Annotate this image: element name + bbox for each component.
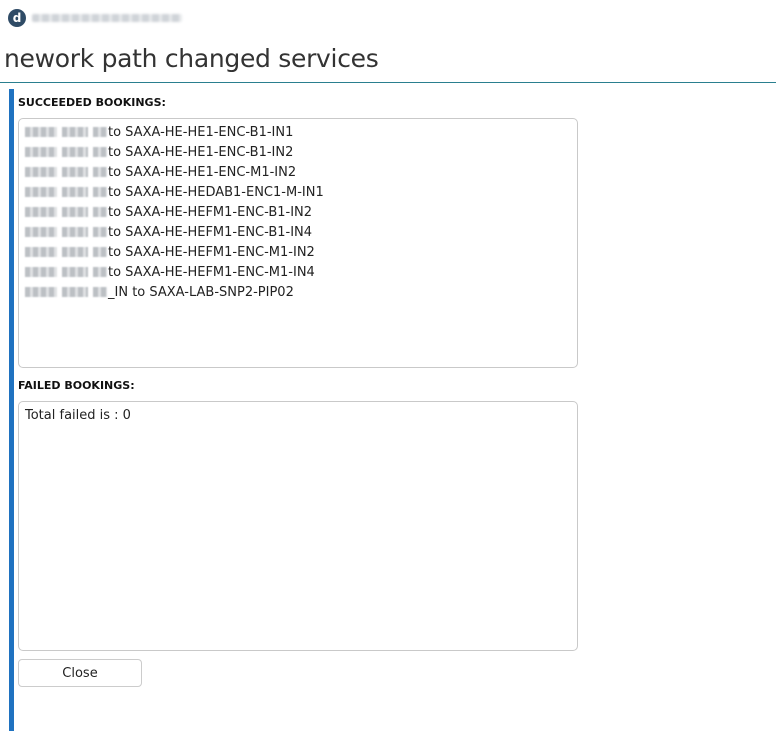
succeeded-booking-item: to SAXA-HE-HEFM1-ENC-M1-IN4: [25, 262, 571, 282]
succeeded-booking-text: to SAXA-HE-HE1-ENC-B1-IN2: [108, 144, 294, 160]
app-header: d: [8, 8, 182, 28]
failed-booking-item: Total failed is : 0: [25, 405, 571, 425]
succeeded-booking-item: _IN to SAXA-LAB-SNP2-PIP02: [25, 282, 571, 302]
redacted-source-name: [25, 147, 107, 157]
title-divider: [0, 82, 776, 83]
succeeded-booking-item: to SAXA-HE-HE1-ENC-B1-IN1: [25, 122, 571, 142]
succeeded-booking-text: to SAXA-HE-HE1-ENC-M1-IN2: [108, 164, 297, 180]
succeeded-booking-item: to SAXA-HE-HEFM1-ENC-B1-IN4: [25, 222, 571, 242]
succeeded-booking-text: to SAXA-HE-HEFM1-ENC-M1-IN2: [108, 244, 315, 260]
redacted-source-name: [25, 287, 107, 297]
redacted-source-name: [25, 167, 107, 177]
redacted-source-name: [25, 227, 107, 237]
succeeded-booking-text: to SAXA-HE-HEFM1-ENC-M1-IN4: [108, 264, 315, 280]
redacted-source-name: [25, 267, 107, 277]
succeeded-booking-text: to SAXA-HE-HEDAB1-ENC1-M-IN1: [108, 184, 324, 200]
succeeded-bookings-label: SUCCEEDED BOOKINGS:: [18, 96, 166, 109]
succeeded-bookings-box[interactable]: to SAXA-HE-HE1-ENC-B1-IN1 to SAXA-HE-HE1-…: [18, 118, 578, 368]
failed-booking-text: Total failed is : 0: [25, 407, 131, 423]
failed-bookings-label: FAILED BOOKINGS:: [18, 379, 135, 392]
redacted-source-name: [25, 207, 107, 217]
failed-bookings-box[interactable]: Total failed is : 0: [18, 401, 578, 651]
succeeded-booking-text: _IN to SAXA-LAB-SNP2-PIP02: [108, 284, 294, 300]
succeeded-booking-item: to SAXA-HE-HEFM1-ENC-M1-IN2: [25, 242, 571, 262]
page-title: nework path changed services: [4, 44, 379, 73]
accent-bar: [9, 89, 14, 731]
succeeded-booking-text: to SAXA-HE-HE1-ENC-B1-IN1: [108, 124, 294, 140]
succeeded-booking-text: to SAXA-HE-HEFM1-ENC-B1-IN4: [108, 224, 313, 240]
redacted-source-name: [25, 247, 107, 257]
succeeded-booking-item: to SAXA-HE-HE1-ENC-B1-IN2: [25, 142, 571, 162]
app-name-redacted: [32, 14, 182, 22]
succeeded-booking-item: to SAXA-HE-HEFM1-ENC-B1-IN2: [25, 202, 571, 222]
succeeded-booking-item: to SAXA-HE-HE1-ENC-M1-IN2: [25, 162, 571, 182]
app-logo-icon: d: [8, 9, 26, 27]
redacted-source-name: [25, 187, 107, 197]
redacted-source-name: [25, 127, 107, 137]
succeeded-booking-item: to SAXA-HE-HEDAB1-ENC1-M-IN1: [25, 182, 571, 202]
close-button[interactable]: Close: [18, 659, 142, 687]
succeeded-booking-text: to SAXA-HE-HEFM1-ENC-B1-IN2: [108, 204, 313, 220]
